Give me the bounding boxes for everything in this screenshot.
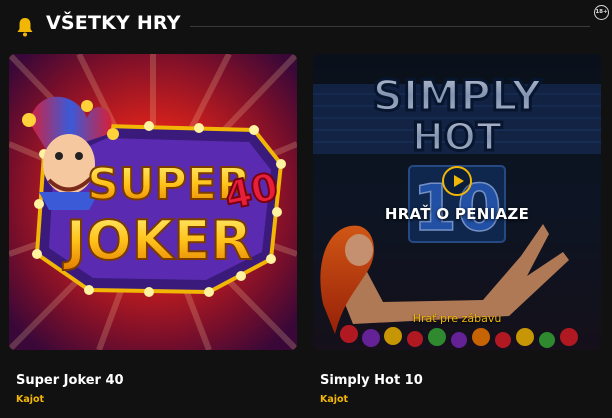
section-title: VŠETKY HRY — [46, 12, 181, 34]
game-thumbnail[interactable]: SUPER JOKER 40 — [9, 54, 297, 350]
game-card-super-joker-40[interactable]: SUPER JOKER 40 Super Joker 40 Kajot — [9, 54, 297, 410]
section-header: VŠETKY HRY 18+ — [0, 0, 612, 52]
age-restriction-badge: 18+ — [594, 5, 609, 20]
super-joker-artwork: SUPER JOKER 40 — [9, 54, 297, 350]
game-card-simply-hot-10[interactable]: SIMPLY HOT 10 HRAŤ O PENIAZE Hrať pre zá… — [313, 54, 601, 410]
title-divider — [190, 26, 590, 27]
play-icon[interactable] — [442, 166, 472, 196]
hover-overlay — [313, 54, 601, 350]
game-provider: Kajot — [16, 394, 45, 405]
play-for-fun-link[interactable]: Hrať pre zábavu — [313, 312, 601, 325]
play-for-money-button[interactable]: HRAŤ O PENIAZE — [313, 205, 601, 223]
game-title[interactable]: Simply Hot 10 — [320, 373, 423, 388]
game-provider: Kajot — [320, 394, 349, 405]
game-thumbnail[interactable]: SIMPLY HOT 10 HRAŤ O PENIAZE Hrať pre zá… — [313, 54, 601, 350]
game-title[interactable]: Super Joker 40 — [16, 373, 124, 388]
logo-joker: JOKER — [62, 209, 252, 272]
bell-icon — [17, 18, 33, 37]
